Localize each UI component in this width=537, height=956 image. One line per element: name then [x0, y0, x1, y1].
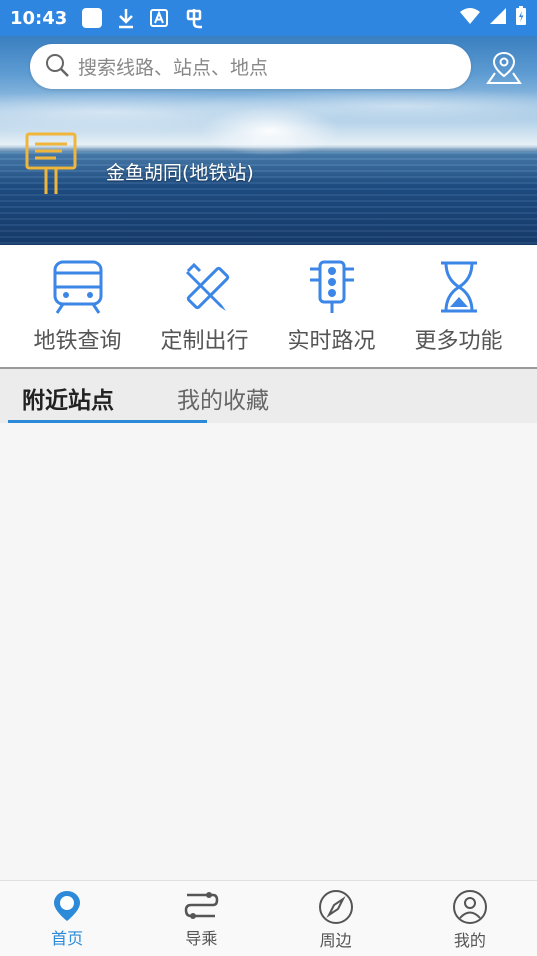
status-time: 10:43: [10, 7, 68, 29]
search-bar[interactable]: 搜索线路、站点、地点: [30, 44, 471, 89]
download-icon: [117, 7, 135, 29]
map-pin-icon: [486, 51, 522, 84]
hourglass-icon: [440, 261, 477, 313]
nav-nearby[interactable]: 周边: [269, 881, 403, 956]
map-location-button[interactable]: [484, 48, 524, 88]
compass-icon: [318, 890, 353, 924]
nav-label: 首页: [51, 929, 84, 948]
wifi-icon: [459, 7, 481, 29]
search-placeholder: 搜索线路、站点、地点: [78, 57, 269, 79]
current-station-name[interactable]: 金鱼胡同(地铁站): [106, 158, 254, 185]
bug-icon: [183, 7, 205, 29]
feature-live-traffic[interactable]: 实时路况: [268, 245, 395, 367]
pencil-ruler-icon: [185, 262, 229, 311]
traffic-light-icon: [309, 260, 354, 313]
nav-profile[interactable]: 我的: [403, 881, 537, 956]
feature-custom-travel[interactable]: 定制出行: [141, 245, 268, 367]
tab-nearby-stations[interactable]: 附近站点: [22, 381, 114, 415]
sea-waves: [0, 146, 537, 245]
feature-label: 定制出行: [160, 329, 249, 354]
bottom-navigation: 首页 导乘 周边 我的: [0, 880, 537, 956]
nav-home[interactable]: 首页: [0, 881, 134, 956]
location-pin-icon: [54, 891, 81, 921]
feature-more[interactable]: 更多功能: [395, 245, 522, 367]
nav-guide[interactable]: 导乘: [134, 881, 268, 956]
feature-subway-query[interactable]: 地铁查询: [14, 245, 141, 367]
app-square-icon: [81, 7, 103, 29]
feature-label: 实时路况: [287, 329, 376, 354]
signboard-icon: [24, 130, 80, 200]
feature-grid: 地铁查询 定制出行 实时路况 更多功能: [0, 245, 537, 367]
user-icon: [452, 890, 487, 924]
tab-my-favorites[interactable]: 我的收藏: [177, 381, 269, 415]
feature-label: 更多功能: [414, 329, 503, 354]
nav-label: 周边: [319, 931, 352, 950]
a-box-icon: [149, 8, 169, 28]
nav-label: 导乘: [185, 929, 218, 948]
search-icon: [44, 52, 70, 82]
nav-label: 我的: [453, 931, 486, 950]
route-icon: [185, 892, 219, 919]
station-list-area: [0, 423, 537, 880]
station-tabs: 附近站点 我的收藏: [0, 369, 537, 424]
battery-icon: [515, 6, 527, 30]
feature-label: 地铁查询: [33, 329, 122, 354]
train-icon: [53, 260, 102, 314]
status-bar: 10:43: [0, 0, 537, 36]
signal-icon: [489, 7, 507, 29]
